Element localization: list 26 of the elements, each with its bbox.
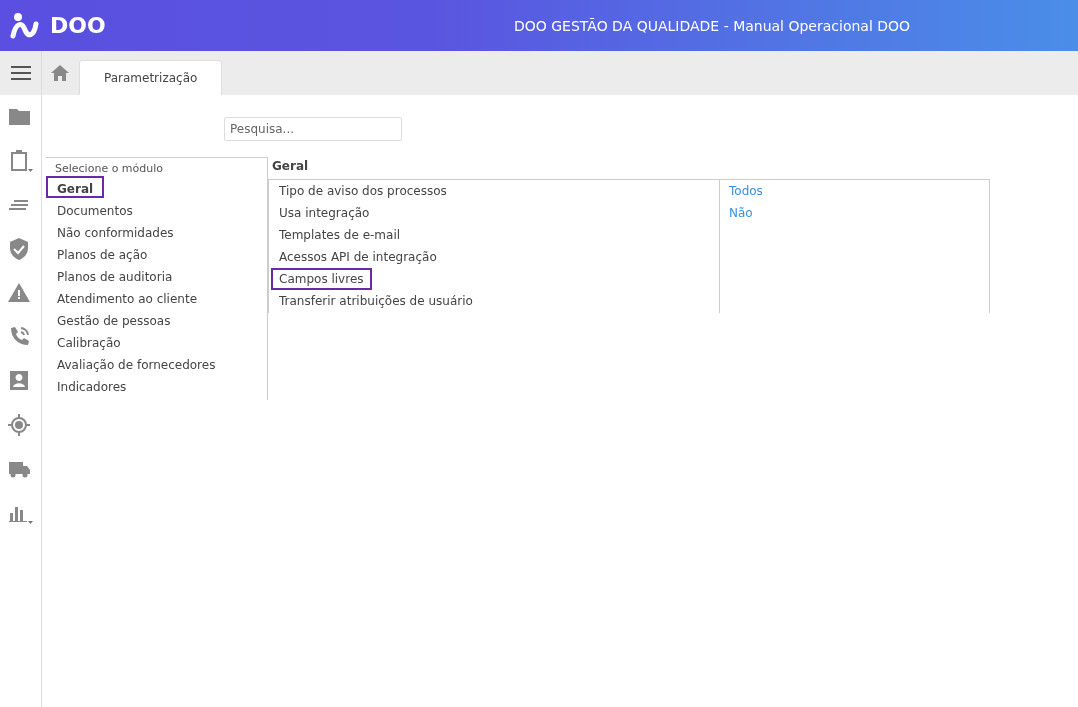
setting-value-link[interactable]: Todos bbox=[720, 184, 763, 198]
setting-item[interactable]: Campos livres bbox=[271, 268, 372, 290]
menu-icon[interactable] bbox=[0, 51, 41, 95]
module-item[interactable]: Atendimento ao cliente bbox=[46, 286, 209, 308]
module-list-heading: Selecione o módulo bbox=[54, 161, 165, 176]
section-title: Geral bbox=[271, 158, 310, 175]
setting-item[interactable]: Tipo de aviso dos processos bbox=[271, 180, 455, 202]
logo-text: DOO bbox=[50, 13, 106, 38]
setting-value-link[interactable]: Não bbox=[720, 206, 753, 220]
setting-item[interactable]: Transferir atribuições de usuário bbox=[271, 290, 481, 312]
module-item[interactable]: Planos de ação bbox=[46, 242, 159, 264]
setting-item[interactable]: Usa integração bbox=[271, 202, 378, 224]
module-item[interactable]: Indicadores bbox=[46, 374, 138, 396]
module-item[interactable]: Não conformidades bbox=[46, 220, 185, 242]
module-item[interactable]: Geral bbox=[46, 176, 105, 198]
setting-item[interactable]: Templates de e-mail bbox=[271, 224, 409, 246]
search-field[interactable]: Pesquisa... bbox=[224, 117, 402, 141]
window-title: DOO GESTÃO DA QUALIDADE - Manual Operacional DOO bbox=[514, 17, 911, 34]
module-item[interactable]: Avaliação de fornecedores bbox=[46, 352, 227, 374]
module-item[interactable]: Planos de auditoria bbox=[46, 264, 184, 286]
setting-item[interactable]: Acessos API de integração bbox=[271, 246, 445, 268]
module-item[interactable]: Gestão de pessoas bbox=[46, 308, 182, 330]
module-item[interactable]: Calibração bbox=[46, 330, 132, 352]
tab[interactable]: Parametrização bbox=[79, 60, 223, 95]
home-icon[interactable] bbox=[51, 65, 69, 81]
module-item[interactable]: Documentos bbox=[46, 198, 144, 220]
